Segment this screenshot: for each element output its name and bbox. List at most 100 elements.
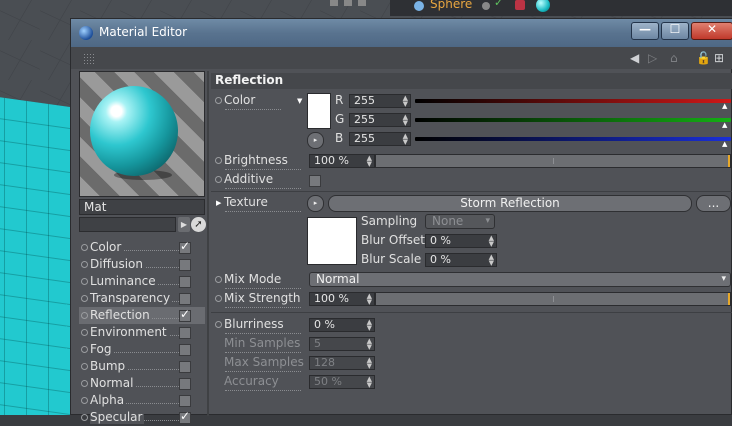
channel-checkbox[interactable] bbox=[179, 239, 191, 254]
channel-row-transparency[interactable]: Transparency bbox=[79, 290, 205, 307]
channel-checkbox[interactable] bbox=[179, 395, 191, 407]
enabled-check-icon[interactable]: ✓ bbox=[494, 0, 503, 9]
channel-row-alpha[interactable]: Alpha bbox=[79, 392, 205, 409]
channel-row-fog[interactable]: Fog bbox=[79, 341, 205, 358]
texture-options-button[interactable]: ▸ bbox=[307, 195, 324, 212]
additive-checkbox[interactable] bbox=[309, 175, 321, 187]
new-window-icon[interactable]: ⊞ bbox=[714, 51, 724, 65]
sampling-label: Sampling bbox=[361, 214, 418, 228]
picker-arrow-icon[interactable]: ➚ bbox=[191, 217, 206, 232]
dotted-leader bbox=[225, 288, 301, 289]
red-slider-handle-icon[interactable]: ▲ bbox=[722, 102, 727, 110]
toolbar-icon[interactable] bbox=[358, 0, 366, 6]
object-name-sphere[interactable]: Sphere bbox=[430, 0, 472, 11]
channel-checkbox[interactable] bbox=[179, 307, 191, 322]
channel-checkbox[interactable] bbox=[179, 327, 191, 339]
brightness-field[interactable]: 100 % ▲ ▼ bbox=[309, 154, 375, 168]
channel-checkbox[interactable] bbox=[179, 378, 191, 390]
back-arrow-icon[interactable]: ◀ bbox=[630, 51, 639, 65]
texture-name-button[interactable]: Storm Reflection bbox=[328, 195, 692, 212]
tag-icon[interactable] bbox=[515, 0, 525, 10]
layer-arrow-icon[interactable]: ▶ bbox=[178, 217, 190, 232]
layer-field[interactable] bbox=[79, 217, 176, 232]
material-name-field[interactable]: Mat bbox=[79, 199, 205, 215]
blurriness-keyframe-icon[interactable] bbox=[215, 321, 222, 328]
color-expand-icon[interactable]: ▼ bbox=[297, 97, 302, 105]
r-value-field[interactable]: 255 ▲ ▼ bbox=[349, 94, 411, 108]
channel-row-environment[interactable]: Environment bbox=[79, 324, 205, 341]
toolbar-icon[interactable] bbox=[344, 0, 352, 6]
blurriness-field[interactable]: 0 % ▲ ▼ bbox=[309, 318, 375, 332]
channel-bullet-icon bbox=[81, 346, 88, 353]
channel-label: Bump bbox=[90, 359, 128, 373]
brightness-slider[interactable] bbox=[375, 154, 731, 168]
forward-arrow-icon[interactable]: ▷ bbox=[648, 51, 657, 65]
channel-bullet-icon bbox=[81, 363, 88, 370]
max-samples-field[interactable]: 128 ▲ ▼ bbox=[309, 356, 375, 370]
additive-keyframe-icon[interactable] bbox=[215, 176, 222, 183]
title-bar[interactable]: Material Editor — ☐ ✕ bbox=[71, 19, 732, 47]
mix-strength-field[interactable]: 100 % ▲ ▼ bbox=[309, 292, 375, 306]
color-keyframe-icon[interactable] bbox=[215, 97, 222, 104]
blur-scale-field[interactable]: 0 % ▲ ▼ bbox=[425, 253, 497, 267]
up-arrow-icon[interactable]: ⌂ bbox=[670, 51, 678, 65]
panel-divider[interactable] bbox=[207, 71, 209, 416]
max-samples-value: 128 bbox=[314, 356, 335, 369]
min-samples-field[interactable]: 5 ▲ ▼ bbox=[309, 337, 375, 351]
color-swatch[interactable] bbox=[307, 93, 331, 129]
g-value-field[interactable]: 255 ▲ ▼ bbox=[349, 113, 411, 127]
blue-slider-handle-icon[interactable]: ▲ bbox=[722, 140, 727, 148]
channel-checkbox[interactable] bbox=[179, 276, 191, 288]
accuracy-label: Accuracy bbox=[224, 374, 281, 388]
texture-expand-icon[interactable]: ▶ bbox=[216, 199, 221, 207]
red-gradient-slider[interactable] bbox=[415, 99, 731, 103]
blur-scale-value: 0 % bbox=[430, 253, 451, 266]
channel-row-normal[interactable]: Normal bbox=[79, 375, 205, 392]
mix-mode-keyframe-icon[interactable] bbox=[215, 276, 222, 283]
blur-offset-label: Blur Offset bbox=[361, 233, 425, 247]
blue-gradient-slider[interactable] bbox=[415, 137, 731, 141]
separator bbox=[211, 191, 732, 192]
sampling-dropdown[interactable]: None ▾ bbox=[425, 214, 495, 229]
b-value-field[interactable]: 255 ▲ ▼ bbox=[349, 132, 411, 146]
channel-label: Color bbox=[90, 240, 124, 254]
maximize-button[interactable]: ☐ bbox=[661, 22, 689, 40]
channel-row-reflection[interactable]: Reflection bbox=[79, 307, 205, 324]
dotted-leader bbox=[225, 307, 301, 308]
material-preview[interactable] bbox=[79, 71, 205, 197]
mix-mode-dropdown[interactable]: Normal ▾ bbox=[309, 272, 731, 287]
channel-bullet-icon bbox=[81, 380, 88, 387]
mix-strength-slider[interactable] bbox=[375, 292, 731, 306]
green-slider-handle-icon[interactable]: ▲ bbox=[722, 121, 727, 129]
channel-row-specular[interactable]: Specular bbox=[79, 409, 205, 426]
channel-row-diffusion[interactable]: Diffusion bbox=[79, 256, 205, 273]
drag-handle-icon[interactable] bbox=[83, 53, 94, 64]
accuracy-field[interactable]: 50 % ▲ ▼ bbox=[309, 375, 375, 389]
channel-row-bump[interactable]: Bump bbox=[79, 358, 205, 375]
texture-more-button[interactable]: ... bbox=[696, 195, 731, 212]
dotted-leader bbox=[225, 371, 301, 372]
mix-strength-keyframe-icon[interactable] bbox=[215, 295, 222, 302]
accuracy-value: 50 % bbox=[314, 375, 342, 388]
channel-checkbox[interactable] bbox=[179, 293, 191, 305]
toolbar-icon[interactable] bbox=[330, 0, 338, 6]
close-button[interactable]: ✕ bbox=[691, 22, 732, 40]
g-value: 255 bbox=[354, 113, 375, 126]
green-gradient-slider[interactable] bbox=[415, 118, 731, 122]
channel-checkbox[interactable] bbox=[179, 259, 191, 271]
material-tag-icon[interactable] bbox=[536, 0, 550, 12]
lock-icon[interactable]: 🔓 bbox=[696, 51, 711, 65]
minimize-button[interactable]: — bbox=[631, 22, 659, 40]
texture-preview[interactable] bbox=[307, 217, 357, 265]
sampling-value: None bbox=[432, 214, 464, 228]
channel-checkbox[interactable] bbox=[179, 344, 191, 356]
channel-checkbox[interactable] bbox=[179, 409, 191, 424]
brightness-keyframe-icon[interactable] bbox=[215, 157, 222, 164]
channel-row-color[interactable]: Color bbox=[79, 239, 205, 256]
visibility-dot-icon[interactable] bbox=[482, 2, 490, 10]
channel-row-luminance[interactable]: Luminance bbox=[79, 273, 205, 290]
blur-offset-field[interactable]: 0 % ▲ ▼ bbox=[425, 234, 497, 248]
color-mode-button[interactable]: ▸ bbox=[307, 132, 324, 149]
channel-checkbox[interactable] bbox=[179, 361, 191, 373]
channel-label: Specular bbox=[90, 410, 145, 424]
